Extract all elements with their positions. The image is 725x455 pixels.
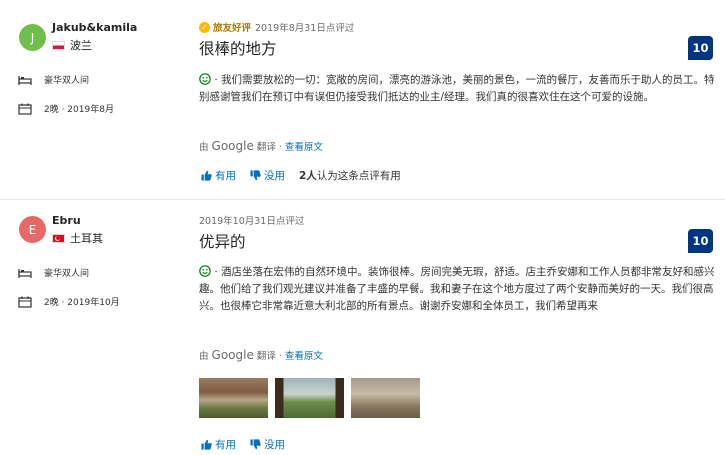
review-card: E Ebru 土耳其 豪华双人间 2晚 · 2019年10月 2019年10月3…: [0, 200, 725, 455]
helpful-row: 有用 没用 2人认为这条点评有用: [201, 168, 401, 183]
reviewer-country: 波兰: [52, 37, 92, 53]
room-type-label: 豪华双人间: [44, 76, 90, 86]
room-type: 豪华双人间: [18, 73, 89, 86]
thumbs-up-icon: [201, 439, 212, 450]
view-original-link[interactable]: 查看原文: [285, 348, 323, 362]
positive-face-icon: [199, 73, 211, 85]
review-photo-thumbnail[interactable]: [351, 378, 420, 418]
review-photos: [199, 378, 420, 418]
translate-suffix: 翻译 ·: [256, 351, 282, 362]
review-body: · 我们需要放松的一切：宽敞的房间，漂亮的游泳池，美丽的景色，一流的餐厅，友善而…: [199, 72, 717, 106]
helpful-count-text: 认为这条点评有用: [316, 170, 401, 182]
score-badge: 10: [688, 229, 713, 253]
reviewer-name: Ebru: [52, 214, 81, 227]
avatar: E: [19, 216, 46, 243]
helpful-count-number: 2人: [299, 170, 317, 182]
turkey-flag-icon: [52, 233, 65, 243]
review-date: 2019年10月31日点评过: [199, 216, 305, 227]
score-badge: 10: [688, 36, 713, 60]
not-helpful-button[interactable]: 没用: [250, 437, 285, 452]
calendar-icon: [18, 103, 32, 115]
not-helpful-label: 没用: [264, 170, 285, 182]
review-date-line: ✓ 旅友好评 2019年8月31日点评过: [199, 20, 354, 34]
avatar: J: [19, 24, 46, 51]
review-body-text: · 酒店坐落在宏伟的自然环境中。装饰很棒。房间完美无瑕，舒适。店主乔安娜和工作人…: [199, 266, 715, 312]
positive-face-icon: [199, 265, 211, 277]
country-label: 波兰: [70, 39, 92, 52]
translation-note: 由 Google 翻译 · 查看原文: [199, 139, 323, 153]
reviewer-country: 土耳其: [52, 230, 103, 246]
stay-info: 2晚 · 2019年8月: [18, 102, 114, 115]
calendar-icon: [18, 296, 32, 308]
review-title: 优异的: [199, 233, 246, 251]
translate-suffix: 翻译 ·: [256, 142, 282, 153]
thumbs-down-icon: [250, 170, 261, 181]
google-logo: Google: [211, 139, 254, 153]
good-review-badge: ✓ 旅友好评: [199, 20, 251, 34]
translate-prefix: 由: [199, 142, 209, 153]
bed-icon: [18, 268, 32, 278]
thumbs-down-icon: [250, 439, 261, 450]
helpful-row: 有用 没用: [201, 437, 285, 452]
helpful-button[interactable]: 有用: [201, 168, 236, 183]
thumbs-up-icon: [201, 170, 212, 181]
bed-icon: [18, 75, 32, 85]
reviewer-name: Jakub&kamila: [52, 21, 138, 34]
helpful-label: 有用: [215, 439, 236, 451]
stay-label: 2晚 · 2019年8月: [44, 105, 114, 115]
room-type-label: 豪华双人间: [44, 269, 90, 279]
review-title: 很棒的地方: [199, 40, 277, 58]
helpful-count: 2人认为这条点评有用: [299, 168, 401, 183]
helpful-button[interactable]: 有用: [201, 437, 236, 452]
poland-flag-icon: [52, 40, 65, 50]
good-review-label: 旅友好评: [213, 23, 252, 34]
review-body: · 酒店坐落在宏伟的自然环境中。装饰很棒。房间完美无瑕，舒适。店主乔安娜和工作人…: [199, 264, 717, 315]
not-helpful-button[interactable]: 没用: [250, 168, 285, 183]
stay-label: 2晚 · 2019年10月: [44, 298, 120, 308]
review-date-line: 2019年10月31日点评过: [199, 213, 304, 227]
review-photo-thumbnail[interactable]: [199, 378, 268, 418]
translate-prefix: 由: [199, 351, 209, 362]
google-logo: Google: [211, 348, 254, 362]
thumbs-up-badge-icon: ✓: [199, 21, 210, 33]
review-date: 2019年8月31日点评过: [255, 23, 355, 34]
review-body-text: · 我们需要放松的一切：宽敞的房间，漂亮的游泳池，美丽的景色，一流的餐厅，友善而…: [199, 74, 715, 103]
not-helpful-label: 没用: [264, 439, 285, 451]
country-label: 土耳其: [70, 232, 103, 245]
room-type: 豪华双人间: [18, 266, 89, 279]
helpful-label: 有用: [215, 170, 236, 182]
stay-info: 2晚 · 2019年10月: [18, 295, 120, 308]
view-original-link[interactable]: 查看原文: [285, 139, 323, 153]
review-card: J Jakub&kamila 波兰 豪华双人间 2晚 · 2019年8月 ✓ 旅…: [0, 0, 725, 200]
translation-note: 由 Google 翻译 · 查看原文: [199, 348, 323, 362]
review-photo-thumbnail[interactable]: [275, 378, 344, 418]
